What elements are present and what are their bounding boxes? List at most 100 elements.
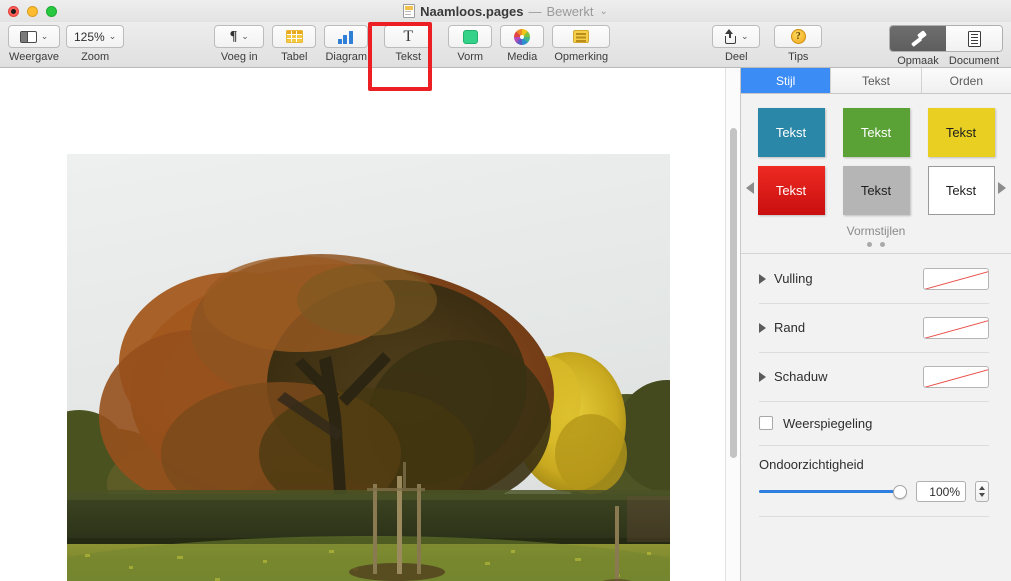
- opacity-slider[interactable]: [759, 484, 907, 499]
- shape-style-label: Tekst: [775, 125, 807, 140]
- shape-style-swatch[interactable]: Tekst: [927, 166, 995, 215]
- stepper-down-icon[interactable]: [979, 493, 985, 497]
- chart-icon: [337, 30, 355, 44]
- toolbar-tips-label: Tips: [788, 51, 809, 63]
- shape-style-swatch[interactable]: Tekst: [842, 166, 910, 215]
- border-label: Rand: [774, 320, 806, 335]
- toolbar-text[interactable]: T Tekst: [384, 22, 433, 63]
- slider-fill: [759, 490, 907, 493]
- style-properties: Vulling Rand Schaduw Weerspiegeling Ondo…: [741, 254, 1011, 581]
- shape-styles-pagination: [741, 242, 1011, 247]
- pages-window: Naamloos.pages — Bewerkt ⌄ ⌄ Weergave 12…: [0, 0, 1011, 581]
- toolbar-media-label: Media: [507, 51, 538, 63]
- pilcrow-icon: ¶: [229, 28, 238, 44]
- autumn-tree-photo[interactable]: [67, 154, 670, 581]
- zoom-button[interactable]: [46, 6, 57, 17]
- comment-icon: [573, 30, 590, 43]
- document-panel-label: Document: [948, 55, 1000, 67]
- shape-styles-grid: Tekst Tekst Tekst Tekst Tekst Tekst: [741, 108, 1011, 215]
- close-button[interactable]: [8, 6, 19, 17]
- page-dot[interactable]: [867, 242, 872, 247]
- shape-style-label: Tekst: [945, 183, 977, 198]
- shape-style-swatch[interactable]: Tekst: [757, 166, 825, 215]
- disclosure-triangle-icon[interactable]: [759, 273, 766, 284]
- document-page: Boom in de herfst...: [0, 68, 725, 581]
- page-dot[interactable]: [880, 242, 885, 247]
- opacity-controls: 100%: [759, 481, 989, 502]
- shadow-label: Schaduw: [774, 369, 828, 384]
- toolbar-shape[interactable]: Vorm: [448, 22, 493, 63]
- zoom-value: 125%: [74, 29, 105, 44]
- document-icon: [403, 4, 416, 18]
- shape-style-label: Tekst: [775, 183, 807, 198]
- chevron-down-icon[interactable]: ⌄: [599, 6, 607, 17]
- reflection-label: Weerspiegeling: [783, 415, 873, 431]
- toolbar-text-label: Tekst: [395, 51, 422, 63]
- tab-orden[interactable]: Orden: [921, 68, 1011, 93]
- tab-tekst[interactable]: Tekst: [831, 68, 922, 93]
- opacity-stepper[interactable]: [975, 481, 989, 502]
- toolbar-zoom[interactable]: 125% ⌄ Zoom: [66, 22, 125, 63]
- shape-style-swatch[interactable]: Tekst: [842, 108, 910, 157]
- toolbar-view-label: Weergave: [9, 51, 59, 63]
- disclosure-triangle-icon[interactable]: [759, 322, 766, 333]
- tab-stijl[interactable]: Stijl: [741, 68, 832, 93]
- fill-swatch-none[interactable]: [923, 267, 989, 290]
- border-row[interactable]: Rand: [741, 303, 1011, 352]
- reflection-row[interactable]: Weerspiegeling: [741, 401, 1011, 445]
- toolbar-zoom-label: Zoom: [81, 51, 110, 63]
- toolbar-share[interactable]: ⌄ Deel: [712, 22, 761, 63]
- inspector-tabs: Stijl Tekst Orden: [741, 68, 1011, 94]
- title-bar: Naamloos.pages — Bewerkt ⌄: [0, 0, 1011, 22]
- scrollbar-thumb[interactable]: [730, 128, 737, 458]
- shape-style-swatch[interactable]: Tekst: [927, 108, 995, 157]
- chevron-down-icon: ⌄: [108, 31, 117, 41]
- fill-label: Vulling: [774, 271, 813, 286]
- reflection-checkbox[interactable]: [759, 416, 773, 430]
- shadow-row[interactable]: Schaduw: [741, 352, 1011, 401]
- toolbar: ⌄ Weergave 125% ⌄ Zoom ¶ ⌄ Voeg in Tabel…: [0, 22, 1011, 91]
- document-name: Naamloos.pages: [420, 3, 524, 19]
- text-icon: T: [403, 27, 414, 45]
- chevron-down-icon: ⌄: [241, 31, 249, 41]
- toolbar-comment[interactable]: Opmerking: [552, 22, 611, 63]
- minimize-button[interactable]: [27, 6, 38, 17]
- disclosure-triangle-icon[interactable]: [759, 371, 766, 382]
- media-icon: [514, 28, 531, 45]
- document-panel-button[interactable]: [946, 26, 1002, 51]
- shadow-swatch-none[interactable]: [923, 365, 989, 388]
- edited-status: Bewerkt: [546, 3, 594, 19]
- toolbar-view[interactable]: ⌄ Weergave: [8, 22, 60, 63]
- fill-row[interactable]: Vulling: [741, 254, 1011, 303]
- shape-styles-caption: Vormstijlen: [846, 224, 906, 238]
- slider-knob[interactable]: [893, 484, 907, 499]
- opacity-label: Ondoorzichtigheid: [759, 457, 864, 472]
- previous-styles-arrow-icon[interactable]: [746, 182, 754, 194]
- toolbar-tips[interactable]: ? Tips: [774, 22, 823, 63]
- border-swatch-none[interactable]: [923, 316, 989, 339]
- toolbar-table-label: Tabel: [281, 51, 308, 63]
- shape-styles-panel: Tekst Tekst Tekst Tekst Tekst Tekst Vorm…: [741, 94, 1011, 254]
- shape-style-swatch[interactable]: Tekst: [757, 108, 825, 157]
- opacity-value-field[interactable]: 100%: [916, 481, 966, 502]
- shape-style-label: Tekst: [860, 183, 892, 198]
- chevron-down-icon: ⌄: [740, 31, 749, 41]
- shape-icon: [462, 29, 478, 44]
- toolbar-chart[interactable]: Diagram: [324, 22, 369, 63]
- next-styles-arrow-icon[interactable]: [998, 182, 1006, 194]
- format-panel-button[interactable]: [890, 26, 946, 51]
- paintbrush-icon: [910, 31, 927, 47]
- toolbar-insert[interactable]: ¶ ⌄ Voeg in: [214, 22, 265, 63]
- toolbar-chart-label: Diagram: [325, 51, 368, 63]
- toolbar-media[interactable]: Media: [500, 22, 545, 63]
- stepper-up-icon[interactable]: [979, 486, 985, 490]
- canvas-vertical-scrollbar[interactable]: [725, 68, 740, 581]
- panel-segmented-control[interactable]: [889, 25, 1003, 52]
- table-icon: [285, 30, 303, 43]
- document-canvas[interactable]: Boom in de herfst...: [0, 68, 725, 581]
- opacity-section: Ondoorzichtigheid 100%: [741, 445, 1011, 516]
- chevron-down-icon: ⌄: [40, 31, 49, 41]
- toolbar-table[interactable]: Tabel: [272, 22, 317, 63]
- toolbar-share-label: Deel: [724, 51, 748, 63]
- toolbar-shape-label: Vorm: [457, 51, 484, 63]
